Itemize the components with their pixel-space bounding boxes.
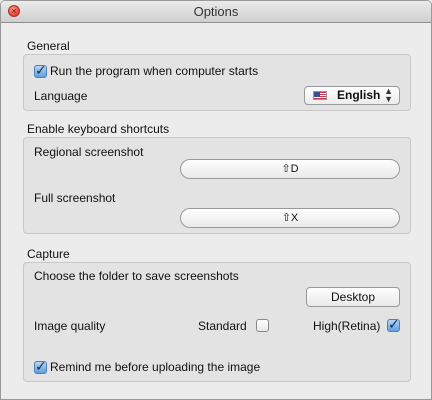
retina-quality-label: High(Retina) xyxy=(313,319,381,333)
language-value: English xyxy=(337,88,381,102)
full-screenshot-label: Full screenshot xyxy=(34,191,116,205)
full-shortcut-button[interactable]: ⇧X xyxy=(180,208,400,228)
shortcuts-group: Regional screenshot ⇧D Full screenshot ⇧… xyxy=(23,137,411,234)
save-folder-label: Choose the folder to save screenshots xyxy=(34,269,239,283)
check-icon: ✓ xyxy=(388,316,400,332)
check-icon: ✓ xyxy=(35,358,47,374)
regional-screenshot-label: Regional screenshot xyxy=(34,145,144,159)
shortcuts-heading: Enable keyboard shortcuts xyxy=(27,122,170,136)
remind-before-upload-checkbox[interactable]: ✓ xyxy=(34,358,47,374)
options-window: × Options General ✓ Run the program when… xyxy=(0,0,432,400)
language-label: Language xyxy=(34,89,88,103)
us-flag-icon xyxy=(313,91,327,100)
updown-arrows-icon: ▲ ▼ xyxy=(384,86,393,104)
run-on-startup-checkbox[interactable]: ✓ xyxy=(34,62,47,78)
standard-quality-label: Standard xyxy=(198,319,247,333)
standard-quality-checkbox[interactable] xyxy=(256,319,269,332)
check-icon: ✓ xyxy=(35,62,47,78)
capture-heading: Capture xyxy=(27,247,70,261)
capture-group: Choose the folder to save screenshots De… xyxy=(23,262,411,382)
title-bar: × Options xyxy=(1,1,431,23)
general-heading: General xyxy=(27,39,70,53)
image-quality-label: Image quality xyxy=(34,319,106,333)
language-select[interactable]: English ▲ ▼ xyxy=(304,86,400,105)
window-title: Options xyxy=(193,4,239,19)
remind-before-upload-label: Remind me before uploading the image xyxy=(50,360,261,374)
general-group: ✓ Run the program when computer starts L… xyxy=(23,54,411,111)
choose-folder-button[interactable]: Desktop xyxy=(306,287,400,307)
regional-shortcut-button[interactable]: ⇧D xyxy=(180,159,400,179)
run-on-startup-label: Run the program when computer starts xyxy=(50,64,259,78)
retina-quality-checkbox[interactable]: ✓ xyxy=(387,316,400,332)
